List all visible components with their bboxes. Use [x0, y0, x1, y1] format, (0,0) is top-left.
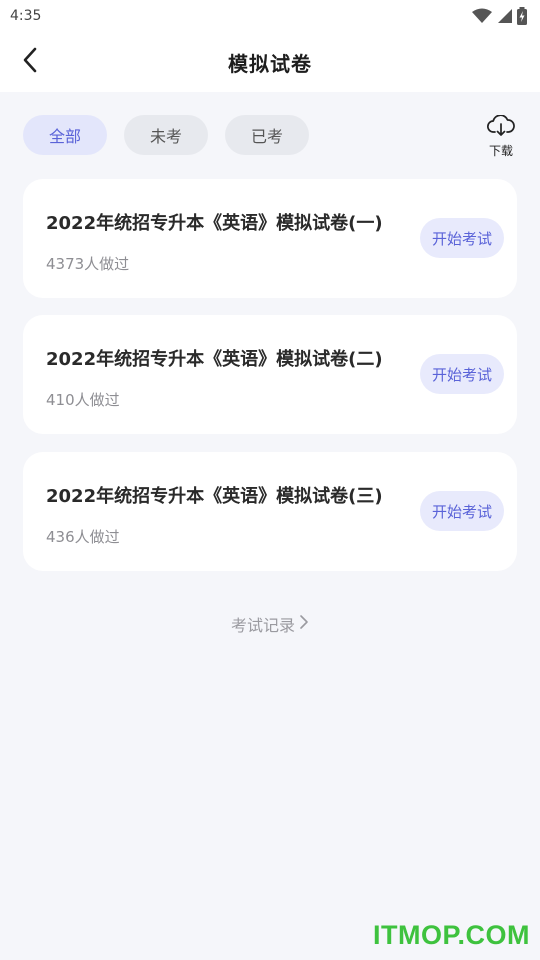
tab-all[interactable]: 全部	[23, 115, 107, 155]
tab-label: 全部	[48, 127, 81, 146]
start-exam-label: 开始考试	[431, 502, 492, 521]
page-title: 模拟试卷	[228, 51, 312, 76]
tab-not-taken[interactable]: 未考	[124, 115, 208, 155]
chevron-left-icon	[22, 47, 38, 77]
chevron-right-icon	[299, 614, 309, 634]
watermark: ITMOP.COM	[372, 920, 530, 950]
start-exam-label: 开始考试	[431, 229, 492, 248]
paper-title: 2022年统招专升本《英语》模拟试卷(三)	[46, 486, 383, 507]
paper-title: 2022年统招专升本《英语》模拟试卷(二)	[46, 349, 383, 370]
battery-icon	[516, 7, 528, 25]
paper-attempt-count: 4373人做过	[46, 255, 130, 273]
cloud-download-icon	[487, 114, 515, 141]
exam-records-label: 考试记录	[230, 616, 295, 635]
tab-label: 未考	[149, 127, 182, 146]
start-exam-button[interactable]: 开始考试	[420, 491, 504, 531]
back-button[interactable]	[14, 46, 46, 78]
start-exam-button[interactable]: 开始考试	[420, 218, 504, 258]
paper-card[interactable]: 2022年统招专升本《英语》模拟试卷(三) 436人做过 开始考试	[23, 452, 517, 571]
signal-icon	[496, 8, 512, 24]
paper-attempt-count: 410人做过	[46, 391, 120, 409]
status-icons	[472, 7, 528, 25]
nav-bar: 模拟试卷	[0, 32, 540, 92]
paper-card[interactable]: 2022年统招专升本《英语》模拟试卷(一) 4373人做过 开始考试	[23, 179, 517, 298]
filter-tabs: 全部 未考 已考 下载	[23, 114, 517, 159]
tab-taken[interactable]: 已考	[225, 115, 309, 155]
status-time: 4:35	[10, 8, 42, 24]
paper-attempt-count: 436人做过	[46, 528, 120, 546]
status-bar: 4:35	[0, 0, 540, 32]
tab-label: 已考	[250, 127, 283, 146]
paper-title: 2022年统招专升本《英语》模拟试卷(一)	[46, 213, 383, 234]
start-exam-button[interactable]: 开始考试	[420, 354, 504, 394]
start-exam-label: 开始考试	[431, 365, 492, 384]
wifi-icon	[472, 8, 492, 24]
download-label: 下载	[488, 144, 513, 158]
exam-records-link[interactable]: 考试记录	[0, 610, 540, 638]
download-button[interactable]: 下载	[485, 114, 517, 159]
paper-card[interactable]: 2022年统招专升本《英语》模拟试卷(二) 410人做过 开始考试	[23, 315, 517, 434]
